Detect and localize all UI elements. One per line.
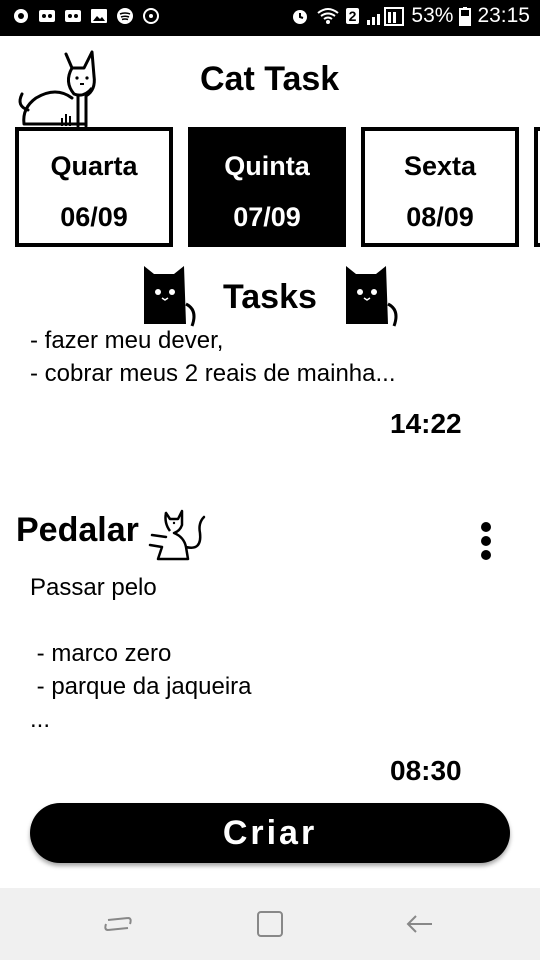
cat-sitting-icon (148, 509, 206, 561)
task-time: 14:22 (390, 408, 462, 439)
back-icon[interactable] (400, 908, 440, 940)
image-icon (91, 9, 107, 23)
day-card-next[interactable] (534, 127, 540, 247)
recent-apps-icon[interactable] (100, 908, 140, 940)
voicemail-icon (39, 10, 55, 22)
battery-percent: 53% (411, 4, 454, 27)
sim-badge: 2 (345, 8, 360, 24)
day-card-quarta[interactable]: Quarta 06/09 (15, 127, 173, 247)
tasks-header: Tasks (0, 264, 540, 328)
voicemail-icon (65, 10, 81, 22)
chat-icon (14, 9, 28, 23)
clock: 23:15 (477, 4, 530, 27)
spotify-icon (117, 8, 133, 24)
day-card-quinta[interactable]: Quinta 07/09 (188, 127, 346, 247)
day-date: 08/09 (406, 202, 474, 232)
create-button[interactable]: Criar (30, 803, 510, 863)
home-icon[interactable] (250, 908, 290, 940)
sync-icon (143, 8, 159, 24)
app-title: Cat Task (200, 60, 340, 98)
day-date: 06/09 (60, 202, 128, 232)
day-card-sexta[interactable]: Sexta 08/09 (361, 127, 519, 247)
notification-icons (12, 8, 160, 24)
day-date: 07/09 (233, 202, 301, 232)
system-status: 2 53% 23:15 (290, 4, 530, 28)
task-card[interactable]: Pedalar Passar pelo - marco zero - parqu… (0, 505, 540, 795)
navigation-bar (0, 888, 540, 960)
status-bar: 2 53% 23:15 (0, 0, 540, 36)
day-name: Sexta (403, 151, 477, 181)
tasks-title: Tasks (223, 278, 317, 316)
task-card[interactable]: - fazer meu dever, - cobrar meus 2 reais… (0, 320, 540, 460)
black-cat-icon (144, 266, 196, 327)
day-name: Quinta (224, 151, 310, 181)
black-cat-icon (346, 266, 398, 327)
cat-logo-icon (18, 50, 96, 128)
signal-icon (367, 7, 405, 26)
task-time: 08:30 (390, 755, 462, 786)
battery-icon (459, 7, 472, 26)
day-selector: Quarta 06/09 Quinta 07/09 Sexta 08/09 (0, 127, 540, 249)
wifi-icon (316, 8, 339, 24)
more-options-icon[interactable] (474, 519, 498, 567)
task-description: Passar pelo - marco zero - parque da jaq… (30, 574, 252, 733)
day-name: Quarta (50, 151, 138, 181)
task-title: Pedalar (16, 511, 139, 549)
alarm-icon (292, 10, 307, 24)
task-description: - fazer meu dever, - cobrar meus 2 reais… (30, 327, 396, 387)
